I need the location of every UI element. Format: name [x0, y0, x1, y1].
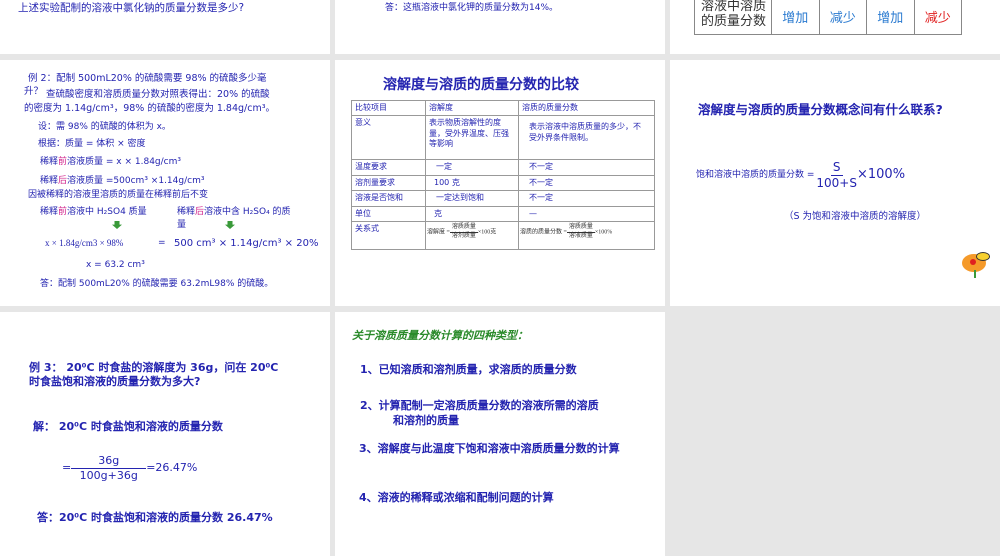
text-line: 稀释后溶液质量 =500cm³ ×1.14g/cm³	[40, 176, 205, 186]
formula-cell: 溶质的质量分数 = 溶质质量 溶液质量 ×100%	[518, 220, 655, 250]
text-line: 升？	[24, 86, 44, 97]
comparison-table: 比较项目 溶解度 溶质的质量分数 意义 表示物质溶解性的度量，受外界温度、压强等影响表…	[351, 99, 655, 250]
text-line: 设：需 98% 的硫酸的体积为 x。	[38, 122, 171, 132]
cell: —	[518, 205, 655, 222]
slide-text: 上述实验配制的溶液中氯化钠的质量分数是多少?	[18, 2, 245, 14]
cell: 表示物质溶解性的度量，受外界温度、压强等影响	[425, 115, 519, 161]
text-line: x × 1.84g/cm3 × 98%	[45, 238, 124, 248]
row-label: 的质量分数	[701, 13, 767, 29]
header-cell: 比较项目	[351, 99, 426, 117]
slide-thumbnail-8[interactable]: 关于溶质质量分数计算的四种类型： 1、已知溶质和溶剂质量，求溶质的质量分数 2、…	[335, 312, 665, 556]
slide-text: 答：这瓶溶液中氯化钾的质量分数为14%。	[385, 3, 559, 13]
cell: 不一定	[518, 190, 655, 207]
arrow-down-icon	[225, 221, 235, 229]
text-line: 的密度为 1.14g/cm³，98% 的硫酸的密度为 1.84g/cm³。	[24, 103, 276, 114]
row-label: 溶液中溶质	[701, 0, 767, 14]
text-line: 例 3： 20⁰C 时食盐的溶解度为 36g，问在 20⁰C	[29, 361, 279, 374]
text-line: 量	[177, 220, 187, 230]
list-item: 和溶剂的质量	[393, 414, 459, 427]
formula-cell: 溶解度 = 溶质质量 溶剂质量 ×100克	[425, 220, 519, 250]
formula: 饱和溶液中溶质的质量分数 = S 100+S ×100%	[696, 160, 906, 190]
cell: 不一定	[518, 174, 655, 192]
slide-thumbnail-3[interactable]: 溶液中溶质 的质量分数 增加 减少 增加 减少	[670, 0, 1000, 54]
cell: 增加	[771, 0, 820, 35]
arrow-down-icon	[112, 221, 122, 229]
text-line: 稀释前溶液质量 = x × 1.84g/cm³	[40, 157, 181, 167]
cell: 溶液是否饱和	[351, 190, 426, 207]
flower-bee-icon	[960, 250, 992, 278]
cell: 表示溶液中溶质质量的多少，不受外界条件限制。	[518, 115, 655, 161]
cell: 不一定	[518, 159, 655, 176]
slide-thumbnail-2[interactable]: 答：这瓶溶液中氯化钾的质量分数为14%。	[335, 0, 665, 54]
cell: 一定	[425, 159, 519, 176]
cell: 一定达到饱和	[425, 190, 519, 207]
change-table: 溶液中溶质 的质量分数 增加 减少 增加 减少	[694, 0, 962, 35]
text-line: 稀释前溶液中 H₂SO4 质量	[40, 207, 147, 217]
cell: 意义	[351, 115, 426, 161]
cell: 温度要求	[351, 159, 426, 176]
question-text: 溶解度与溶质的质量分数概念间有什么联系?	[698, 102, 943, 117]
text-line: 查硫酸密度和溶质质量分数对照表得出：20% 的硫酸	[46, 89, 270, 100]
list-item: 3、溶解度与此温度下饱和溶液中溶质质量分数的计算	[359, 442, 620, 455]
cell: 溶剂量要求	[351, 174, 426, 192]
header-cell: 溶解度	[425, 99, 519, 117]
slide-thumbnail-7[interactable]: 例 3： 20⁰C 时食盐的溶解度为 36g，问在 20⁰C 时食盐饱和溶液的质…	[0, 312, 330, 556]
slide-thumbnail-1[interactable]: 上述实验配制的溶液中氯化钠的质量分数是多少?	[0, 0, 330, 54]
slide-thumbnail-4[interactable]: 例 2：配制 500mL20% 的硫酸需要 98% 的硫酸多少毫 升？ 查硫酸密…	[0, 60, 330, 306]
text-line: x = 63.2 cm³	[86, 260, 145, 270]
cell: 关系式	[351, 220, 426, 250]
cell: 减少	[913, 0, 962, 35]
text-line: =	[158, 238, 166, 248]
slide-title: 溶解度与溶质的质量分数的比较	[383, 77, 579, 93]
list-item: 2、计算配制一定溶质质量分数的溶液所需的溶质	[360, 399, 599, 412]
answer-text: 答：20⁰C 时食盐饱和溶液的质量分数 26.47%	[37, 511, 273, 524]
list-item: 1、已知溶质和溶剂质量，求溶质的质量分数	[360, 363, 577, 376]
header-cell: 溶质的质量分数	[518, 99, 655, 117]
slide-thumbnail-5[interactable]: 溶解度与溶质的质量分数的比较 比较项目 溶解度 溶质的质量分数 意义 表示物质溶解性的…	[335, 60, 665, 306]
text-line: 答：配制 500mL20% 的硫酸需要 63.2mL98% 的硫酸。	[40, 279, 274, 289]
list-item: 4、溶液的稀释或浓缩和配制问题的计算	[359, 491, 554, 504]
cell: 克	[425, 205, 519, 222]
cell: 减少	[818, 0, 867, 35]
cell: 单位	[351, 205, 426, 222]
text-line: 500 cm³ × 1.14g/cm³ × 20%	[174, 238, 319, 249]
slide-thumbnail-6[interactable]: 溶解度与溶质的质量分数概念间有什么联系? 饱和溶液中溶质的质量分数 = S 100…	[670, 60, 1000, 306]
text-line: 时食盐饱和溶液的质量分数为多大?	[29, 375, 201, 388]
text-line: 根据：质量 = 体积 × 密度	[38, 139, 146, 149]
text-line: 稀释后溶液中含 H₂SO₄ 的质	[177, 207, 291, 217]
note-text: （S 为饱和溶液中溶质的溶解度）	[784, 211, 927, 222]
cell: 增加	[866, 0, 915, 35]
text-line: 解： 20⁰C 时食盐饱和溶液的质量分数	[33, 420, 223, 433]
formula: = 36g 100g+36g =26.47%	[62, 454, 198, 482]
cell: 100 克	[425, 174, 519, 192]
slide-title: 关于溶质质量分数计算的四种类型：	[352, 329, 528, 342]
text-line: 因被稀释的溶液里溶质的质量在稀释前后不变	[28, 190, 209, 200]
text-line: 例 2：配制 500mL20% 的硫酸需要 98% 的硫酸多少毫	[28, 73, 267, 84]
